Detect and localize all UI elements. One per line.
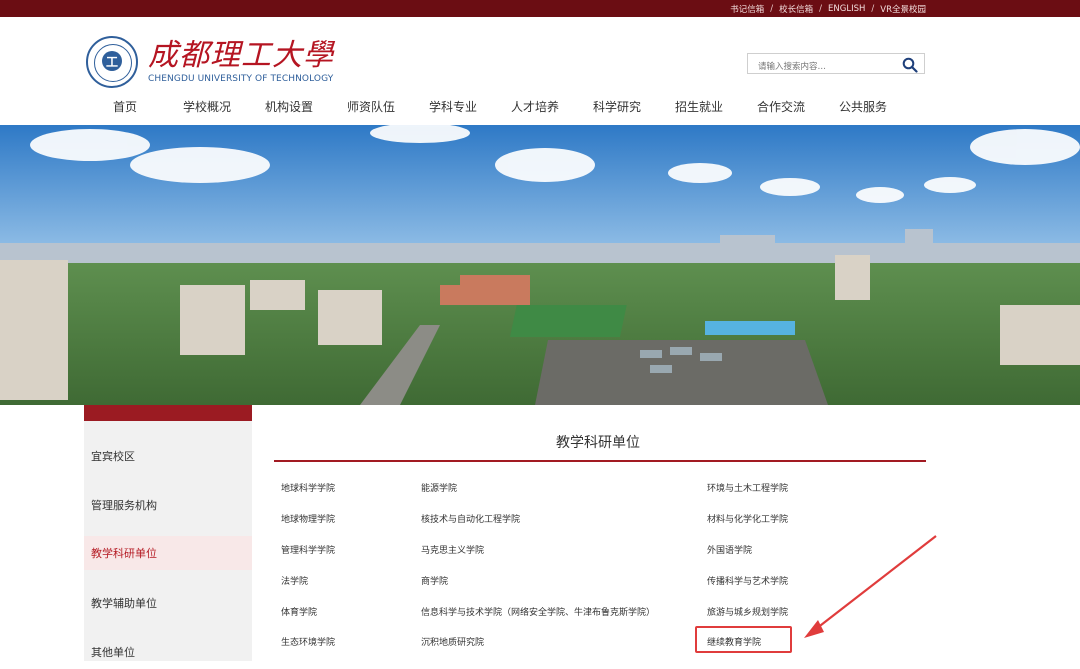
annotation-arrow-icon xyxy=(804,535,937,638)
